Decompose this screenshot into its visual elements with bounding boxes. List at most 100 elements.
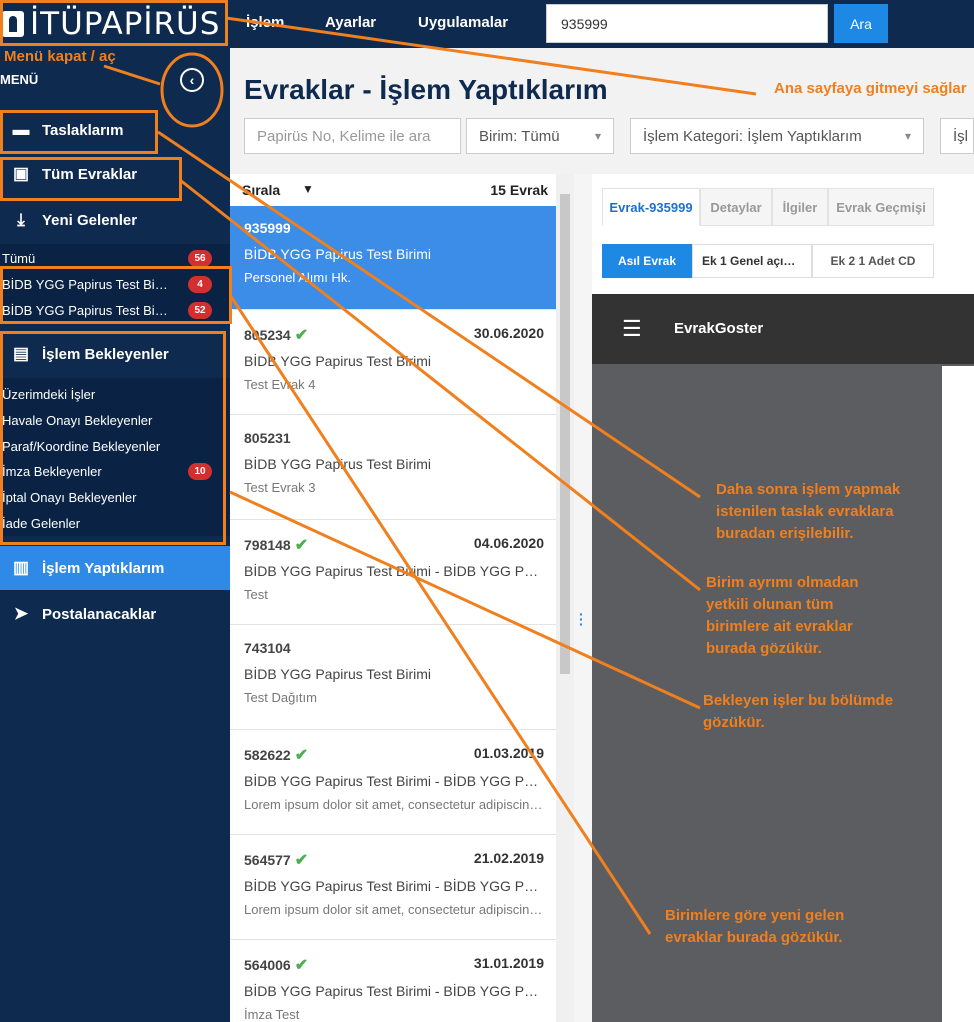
tab-detaylar[interactable]: Detaylar [700,188,772,226]
category-filter-value: İşlem Kategori: İşlem Yaptıklarım [643,127,862,145]
check-icon: ✔ [294,747,309,764]
document-unit: BİDB YGG Papirus Test Birimi - BİDB YGG … [244,563,544,579]
document-number: 564577 [244,852,291,868]
menu-caption: MENÜ [0,72,39,87]
extra-filter-select[interactable]: İşl [940,118,974,154]
tab-ilgiler[interactable]: İlgiler [772,188,828,226]
subtab-ek2[interactable]: Ek 2 1 Adet CD [812,244,934,278]
document-number: 935999 [244,220,291,236]
document-subject: Test Evrak 4 [244,377,316,392]
document-date: 30.06.2020 [473,325,544,341]
document-number: 564006 [244,957,291,973]
nav-yeni-gelenler[interactable]: ⤓ Yeni Gelenler [0,198,230,242]
list-header: Sırala ▼ 15 Evrak [230,174,556,206]
chevron-left-icon: ‹ [189,72,195,88]
nav-ayarlar[interactable]: Ayarlar [325,14,376,31]
document-unit: BİDB YGG Papirus Test Birimi [244,246,431,262]
panel-splitter[interactable]: · · · [574,174,592,1022]
annotation-new: Birimlere göre yeni gelen evraklar burad… [665,907,845,946]
nav-islem[interactable]: İşlem [246,14,284,31]
nav-islem-yaptiklarim[interactable]: ▥ İşlem Yaptıklarım [0,546,230,590]
tab-evrak[interactable]: Evrak-935999 [602,188,700,226]
list-item[interactable]: 564006 ✔ 31.01.2019 BİDB YGG Papirus Test B… [230,941,556,1022]
drag-handle-icon[interactable]: · · · [579,607,584,631]
chevron-down-icon: ▾ [904,129,911,143]
nav-islem-yaptiklarim-label: İşlem Yaptıklarım [42,559,165,577]
document-subject: Personel Alımı Hk. [244,270,351,285]
document-list: Sırala ▼ 15 Evrak 935999 BİDB YGG Papirus… [230,174,574,1022]
global-search-input[interactable] [546,4,828,43]
search-button[interactable]: Ara [834,4,888,43]
send-icon: ➤ [13,604,29,623]
document-unit: BİDB YGG Papirus Test Birimi - BİDB YGG … [244,878,544,894]
document-page [942,366,974,1022]
nav-postalanacaklar-label: Postalanacaklar [42,605,157,623]
extra-filter-value: İşl [953,127,968,145]
list-item[interactable]: 582622 ✔ 01.03.2019 BİDB YGG Papirus Test B… [230,731,556,835]
list-item[interactable]: 805234 ✔ 30.06.2020 BİDB YGG Papirus Test B… [230,311,556,415]
subtab-ek1-label: Ek 1 Genel açıklama [702,254,802,268]
list-item[interactable]: 743104 BİDB YGG Papirus Test Birimi Test D… [230,626,556,730]
annotation-pending: Bekleyen işler bu bölümde gözükür. [703,692,894,731]
sort-down-icon[interactable]: ▼ [302,182,314,196]
annotation-box [0,0,228,46]
document-number: 805234 [244,327,291,343]
annotation-box [0,157,182,201]
document-subject: Test [244,587,268,602]
page-title: Evraklar - İşlem Yaptıklarım [244,74,608,105]
annotation-menu-toggle: Menü kapat / aç [4,48,116,65]
sort-button[interactable]: Sırala [242,182,280,198]
viewer-title: EvrakGoster [674,320,764,337]
tab-evrak-gecmisi[interactable]: Evrak Geçmişi [828,188,934,226]
download-icon: ⤓ [17,210,25,229]
document-date: 04.06.2020 [473,535,544,551]
annotation-box [0,331,226,545]
document-date: 31.01.2019 [473,955,544,971]
subtab-ek1[interactable]: Ek 1 Genel açıklama [692,244,812,278]
document-number: 743104 [244,640,291,656]
chevron-down-icon: ▾ [594,129,601,143]
subtab-asil-evrak[interactable]: Asıl Evrak [602,244,692,278]
document-date: 01.03.2019 [473,745,544,761]
sub-item-label: Tümü [2,250,36,266]
check-icon: ✔ [294,327,309,344]
nav-postalanacaklar[interactable]: ➤ Postalanacaklar [0,592,230,636]
document-date: 21.02.2019 [473,850,544,866]
document-unit: BİDB YGG Papirus Test Birimi [244,666,431,682]
check-icon: ✔ [294,852,309,869]
scrollbar-thumb[interactable] [560,194,570,674]
hamburger-menu-icon[interactable]: ☰ [622,316,642,342]
list-item[interactable]: 805231 BİDB YGG Papirus Test Birimi Test E… [230,416,556,520]
document-unit: BİDB YGG Papirus Test Birimi [244,456,431,472]
document-unit: BİDB YGG Papirus Test Birimi [244,353,431,369]
nav-yeni-gelenler-label: Yeni Gelenler [42,211,138,229]
list-item[interactable]: 935999 BİDB YGG Papirus Test Birimi Person… [230,206,556,310]
menu-toggle-button[interactable]: ‹ [180,68,204,92]
document-number: 805231 [244,430,291,446]
search-placeholder: Papirüs No, Kelime ile ara [257,127,431,145]
document-subject: İmza Test [244,1007,300,1022]
annotation-all-docs: Birim ayrımı olmadan yetkili olunan tüm … [706,574,859,657]
check-icon: ✔ [294,957,309,974]
document-subject: Test Evrak 3 [244,480,316,495]
annotation-home: Ana sayfaya gitmeyi sağlar [774,80,967,97]
annotation-box [0,110,158,154]
document-count: 15 Evrak [490,182,548,198]
category-filter-select[interactable]: İşlem Kategori: İşlem Yaptıklarım ▾ [630,118,924,154]
document-unit: BİDB YGG Papirus Test Birimi - BİDB YGG … [244,983,544,999]
document-subject: Lorem ipsum dolor sit amet, consectetur … [244,797,544,812]
list-item[interactable]: 564577 ✔ 21.02.2019 BİDB YGG Papirus Test B… [230,836,556,940]
document-subject: Test Dağıtım [244,690,317,705]
document-subject: Lorem ipsum dolor sit amet, consectetur … [244,902,544,917]
count-badge: 56 [188,249,212,267]
unit-filter-select[interactable]: Birim: Tümü ▾ [466,118,614,154]
list-item[interactable]: 798148 ✔ 04.06.2020 BİDB YGG Papirus Test B… [230,521,556,625]
nav-uygulamalar[interactable]: Uygulamalar [418,14,508,31]
list-scrollbar[interactable] [556,174,574,1022]
document-list-icon: ▥ [12,558,30,577]
annotation-box [0,266,232,324]
keyword-search-input[interactable]: Papirüs No, Kelime ile ara [244,118,461,154]
document-unit: BİDB YGG Papirus Test Birimi - BİDB YGG … [244,773,544,789]
unit-filter-value: Birim: Tümü [479,127,560,145]
document-number: 798148 [244,537,291,553]
